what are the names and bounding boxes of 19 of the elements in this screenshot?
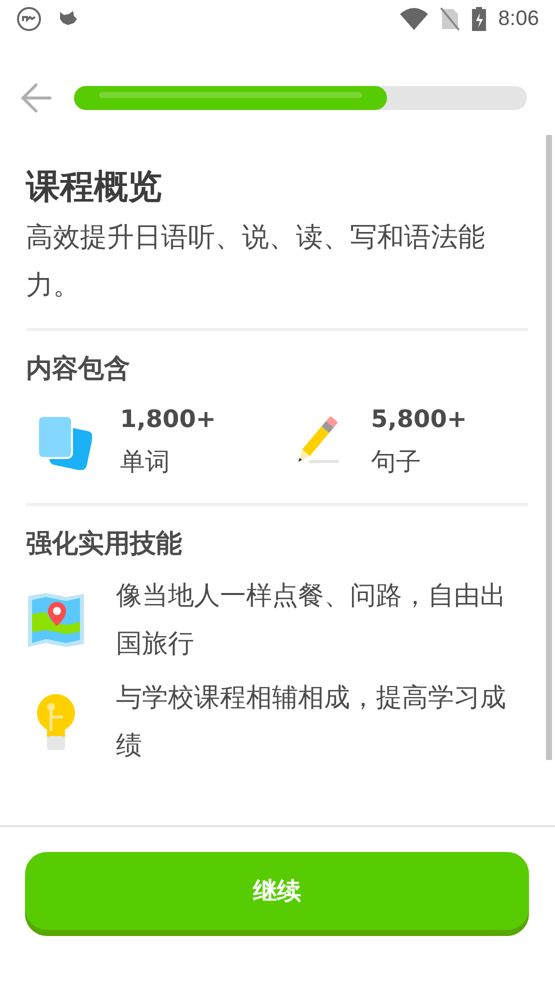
no-sim-icon [440, 7, 460, 31]
stat-label: 单词 [120, 446, 171, 478]
overview-title: 课程概览 [26, 166, 163, 209]
skill-text: 与学校课程相辅相成，提高学习成绩 [116, 682, 507, 763]
app-notification-icon [16, 6, 42, 32]
status-time: 8:06 [498, 7, 539, 31]
skill-text: 像当地人一样点餐、问路，自由出国旅行 [116, 580, 507, 661]
stat-label: 句子 [371, 446, 422, 478]
section-heading: 强化实用技能 [26, 528, 183, 561]
map-icon [26, 592, 86, 648]
stat-count: 5,800+ [371, 404, 468, 435]
overview-description: 高效提升日语听、说、读、写和语法能力。 [26, 221, 486, 303]
stat-count: 1,800+ [120, 404, 216, 435]
back-arrow-icon[interactable] [20, 83, 52, 113]
cards-icon [36, 414, 92, 470]
wifi-icon [400, 8, 428, 30]
continue-button[interactable]: 继续 [25, 852, 529, 930]
section-heading: 内容包含 [26, 353, 131, 386]
battery-charging-icon [472, 7, 486, 31]
